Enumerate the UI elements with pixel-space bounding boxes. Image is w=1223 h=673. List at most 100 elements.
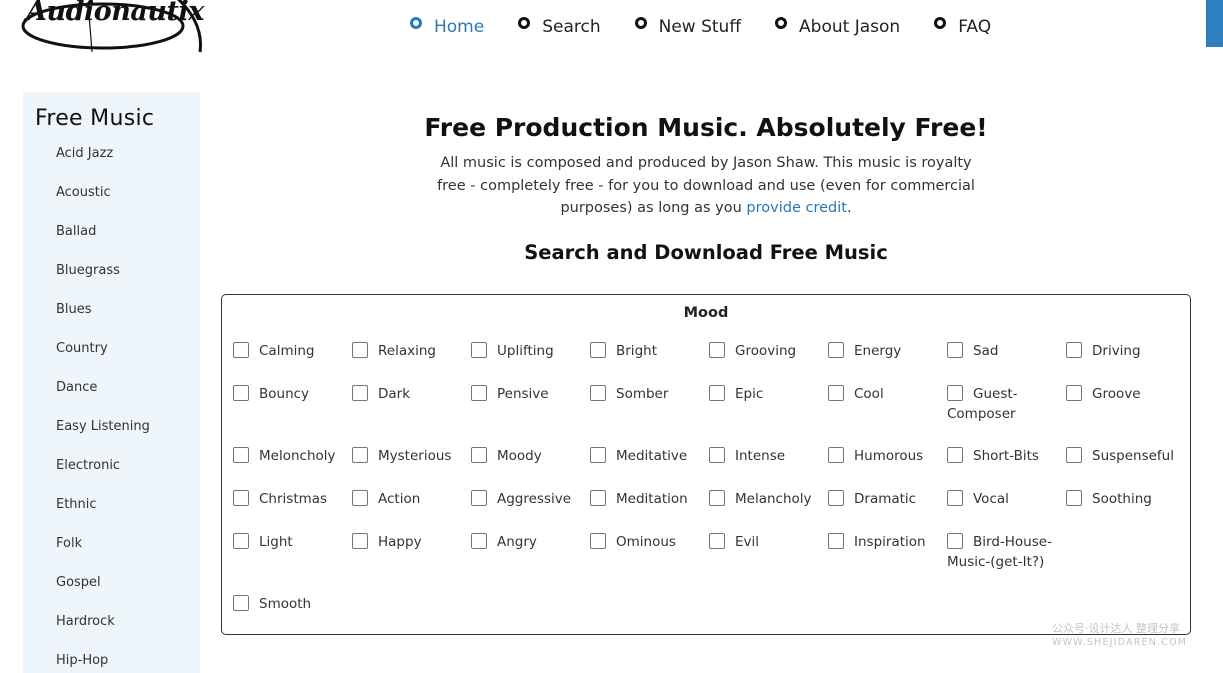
mood-checkbox[interactable] (947, 385, 963, 401)
mood-option-mysterious[interactable]: Mysterious (352, 447, 470, 467)
site-logo[interactable]: Audionautix (18, 0, 208, 54)
sidebar-item-country[interactable]: Country (56, 341, 150, 380)
mood-checkbox[interactable] (947, 490, 963, 506)
mood-option-vocal[interactable]: Vocal (947, 490, 1065, 510)
mood-checkbox[interactable] (590, 490, 606, 506)
mood-option-meloncholy[interactable]: Meloncholy (233, 447, 351, 467)
mood-checkbox[interactable] (1066, 490, 1082, 506)
nav-item-home[interactable]: Home (410, 17, 484, 37)
mood-option-somber[interactable]: Somber (590, 385, 708, 405)
mood-checkbox[interactable] (590, 447, 606, 463)
mood-option-driving[interactable]: Driving (1066, 342, 1184, 362)
mood-option-grooving[interactable]: Grooving (709, 342, 827, 362)
mood-checkbox[interactable] (233, 447, 249, 463)
mood-checkbox[interactable] (352, 342, 368, 358)
mood-option-inspiration[interactable]: Inspiration (828, 533, 946, 553)
mood-checkbox[interactable] (828, 533, 844, 549)
sidebar-item-acid-jazz[interactable]: Acid Jazz (56, 146, 150, 185)
sidebar-item-electronic[interactable]: Electronic (56, 458, 150, 497)
mood-checkbox[interactable] (828, 447, 844, 463)
mood-checkbox[interactable] (709, 447, 725, 463)
sidebar-item-ballad[interactable]: Ballad (56, 224, 150, 263)
mood-option-sad[interactable]: Sad (947, 342, 1065, 362)
mood-checkbox[interactable] (233, 385, 249, 401)
mood-checkbox[interactable] (233, 595, 249, 611)
mood-checkbox[interactable] (1066, 447, 1082, 463)
mood-option-action[interactable]: Action (352, 490, 470, 510)
mood-option-groove[interactable]: Groove (1066, 385, 1184, 405)
mood-option-angry[interactable]: Angry (471, 533, 589, 553)
mood-checkbox[interactable] (471, 533, 487, 549)
mood-option-moody[interactable]: Moody (471, 447, 589, 467)
mood-checkbox[interactable] (590, 342, 606, 358)
mood-checkbox[interactable] (828, 342, 844, 358)
mood-checkbox[interactable] (233, 533, 249, 549)
mood-option-smooth[interactable]: Smooth (233, 595, 351, 615)
mood-option-dark[interactable]: Dark (352, 385, 470, 405)
mood-checkbox[interactable] (947, 342, 963, 358)
mood-checkbox[interactable] (947, 533, 963, 549)
mood-checkbox[interactable] (1066, 342, 1082, 358)
mood-checkbox[interactable] (590, 533, 606, 549)
sidebar-item-hip-hop[interactable]: Hip-Hop (56, 653, 150, 673)
mood-option-intense[interactable]: Intense (709, 447, 827, 467)
mood-checkbox[interactable] (233, 490, 249, 506)
mood-option-suspenseful[interactable]: Suspenseful (1066, 447, 1184, 467)
nav-item-new-stuff[interactable]: New Stuff (634, 17, 741, 37)
sidebar-item-hardrock[interactable]: Hardrock (56, 614, 150, 653)
corner-tab[interactable] (1206, 0, 1223, 47)
mood-checkbox[interactable] (352, 490, 368, 506)
nav-item-search[interactable]: Search (518, 17, 601, 37)
sidebar-item-blues[interactable]: Blues (56, 302, 150, 341)
nav-item-about-jason[interactable]: About Jason (775, 17, 900, 37)
mood-option-aggressive[interactable]: Aggressive (471, 490, 589, 510)
mood-option-melancholy[interactable]: Melancholy (709, 490, 827, 510)
mood-option-guest-composer[interactable]: Guest-Composer (947, 385, 1065, 424)
mood-checkbox[interactable] (828, 490, 844, 506)
mood-checkbox[interactable] (471, 490, 487, 506)
mood-checkbox[interactable] (471, 342, 487, 358)
mood-checkbox[interactable] (709, 533, 725, 549)
mood-checkbox[interactable] (352, 533, 368, 549)
mood-option-dramatic[interactable]: Dramatic (828, 490, 946, 510)
mood-option-soothing[interactable]: Soothing (1066, 490, 1184, 510)
mood-checkbox[interactable] (709, 490, 725, 506)
mood-option-uplifting[interactable]: Uplifting (471, 342, 589, 362)
mood-checkbox[interactable] (1066, 385, 1082, 401)
mood-option-happy[interactable]: Happy (352, 533, 470, 553)
mood-option-christmas[interactable]: Christmas (233, 490, 351, 510)
mood-option-evil[interactable]: Evil (709, 533, 827, 553)
mood-option-epic[interactable]: Epic (709, 385, 827, 405)
mood-option-bird-house-music-get-it[interactable]: Bird-House-Music-(get-It?) (947, 533, 1065, 572)
mood-option-bright[interactable]: Bright (590, 342, 708, 362)
sidebar-item-acoustic[interactable]: Acoustic (56, 185, 150, 224)
provide-credit-link[interactable]: provide credit (746, 200, 847, 216)
sidebar-item-gospel[interactable]: Gospel (56, 575, 150, 614)
mood-checkbox[interactable] (947, 447, 963, 463)
mood-option-ominous[interactable]: Ominous (590, 533, 708, 553)
mood-option-energy[interactable]: Energy (828, 342, 946, 362)
mood-option-humorous[interactable]: Humorous (828, 447, 946, 467)
mood-checkbox[interactable] (352, 447, 368, 463)
sidebar-item-ethnic[interactable]: Ethnic (56, 497, 150, 536)
mood-option-relaxing[interactable]: Relaxing (352, 342, 470, 362)
mood-option-calming[interactable]: Calming (233, 342, 351, 362)
mood-checkbox[interactable] (471, 447, 487, 463)
mood-option-meditative[interactable]: Meditative (590, 447, 708, 467)
mood-checkbox[interactable] (828, 385, 844, 401)
nav-item-faq[interactable]: FAQ (934, 17, 991, 37)
sidebar-item-easy-listening[interactable]: Easy Listening (56, 419, 150, 458)
mood-option-bouncy[interactable]: Bouncy (233, 385, 351, 405)
mood-checkbox[interactable] (709, 342, 725, 358)
sidebar-item-bluegrass[interactable]: Bluegrass (56, 263, 150, 302)
mood-checkbox[interactable] (352, 385, 368, 401)
mood-checkbox[interactable] (471, 385, 487, 401)
mood-option-pensive[interactable]: Pensive (471, 385, 589, 405)
mood-checkbox[interactable] (233, 342, 249, 358)
mood-option-short-bits[interactable]: Short-Bits (947, 447, 1065, 467)
sidebar-item-dance[interactable]: Dance (56, 380, 150, 419)
mood-option-cool[interactable]: Cool (828, 385, 946, 405)
mood-option-light[interactable]: Light (233, 533, 351, 553)
mood-option-meditation[interactable]: Meditation (590, 490, 708, 510)
mood-checkbox[interactable] (709, 385, 725, 401)
